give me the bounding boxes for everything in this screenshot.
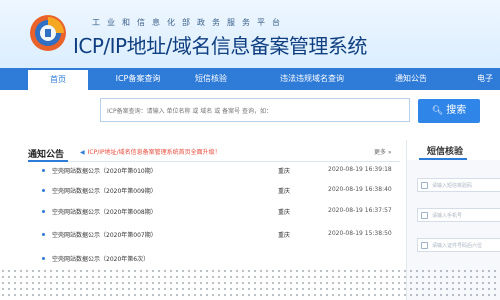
phone-placeholder: 请输入手机号 (432, 213, 463, 219)
notices-tab-underline (28, 160, 68, 162)
notice-date: 2020-08-19 15:38:50 (328, 230, 392, 237)
search-button-label: 搜索 (446, 105, 467, 116)
notice-region: 重庆 (278, 188, 291, 195)
bullet-icon (42, 189, 45, 192)
bullet-icon (42, 210, 45, 213)
id-number-field[interactable]: 请输入证件号码后六位 (417, 238, 500, 252)
id-card-icon (421, 242, 428, 249)
more-link[interactable]: 更多 » (374, 147, 392, 156)
notice-row[interactable]: 空壳网站数据公示（2020年第007期） 重庆 2020-08-19 15:38… (42, 228, 402, 246)
notice-date: 2020-08-19 16:38:40 (328, 186, 392, 193)
search-button[interactable]: 🔍︎ 搜索 (418, 99, 480, 123)
dotted-overlay (0, 268, 500, 300)
bullet-icon (42, 233, 45, 236)
page-title: ICP/IP地址/域名信息备案管理系统 (73, 34, 367, 58)
header-subtitle: 工业和信息化部政务服务平台 (92, 18, 287, 27)
site-header: 工业和信息化部政务服务平台 ICP/IP地址/域名信息备案管理系统 (0, 0, 500, 68)
speaker-icon: ◀ (80, 149, 85, 156)
search-box (100, 98, 415, 123)
nav-item-illegal-domain[interactable]: 违法违规域名查询 (264, 68, 360, 90)
notice-row[interactable]: 空壳网站数据公示（2020年第010期） 重庆 2020-08-19 16:39… (42, 164, 402, 182)
notice-region: 重庆 (278, 232, 291, 239)
bullet-icon (42, 257, 45, 260)
phone-field[interactable]: 请输入手机号 (417, 208, 500, 222)
sms-code-placeholder: 请输入短信核验码 (432, 183, 473, 189)
sms-tab-underline (419, 158, 467, 160)
nav-item-icp-query[interactable]: ICP备案查询 (102, 68, 174, 90)
notice-date: 2020-08-19 16:39:18 (328, 166, 392, 173)
notice-title[interactable]: 空壳网站数据公示（2020年第008期） (52, 207, 157, 216)
notice-title[interactable]: 空壳网站数据公示（2020年第6次） (52, 254, 149, 263)
notice-date: 2020-08-19 16:37:57 (328, 207, 392, 214)
notice-title[interactable]: 空壳网站数据公示（2020年第009期） (52, 186, 157, 195)
search-input[interactable] (101, 99, 415, 123)
notice-region: 重庆 (278, 168, 291, 175)
id-number-placeholder: 请输入证件号码后六位 (432, 243, 483, 249)
scrolling-notice-text: ICP/IP地址/域名信息备案管理系统首页全面升级！ (87, 149, 221, 156)
search-icon: 🔍︎ (431, 106, 444, 116)
notice-row[interactable]: 空壳网站数据公示（2020年第008期） 重庆 2020-08-19 16:37… (42, 205, 402, 223)
notices-divider (28, 161, 400, 162)
nav-item-home[interactable]: 首页 (28, 68, 88, 90)
phone-icon (421, 212, 428, 219)
nav-item-electronic[interactable]: 电子 (470, 68, 500, 90)
ministry-logo-icon (30, 15, 66, 51)
verify-code-icon (421, 182, 428, 189)
main-nav: 首页 ICP备案查询 短信核验 违法违规域名查询 通知公告 电子 (0, 68, 500, 90)
nav-item-sms-verify[interactable]: 短信核验 (184, 68, 238, 90)
sms-code-field[interactable]: 请输入短信核验码 (417, 178, 500, 192)
notices-heading: 通知公告 (28, 150, 65, 160)
sms-panel-header: 短信核验 (407, 140, 500, 160)
sms-panel-title: 短信核验 (427, 147, 464, 157)
notice-region: 重庆 (278, 209, 291, 216)
scrolling-notice[interactable]: ◀ ICP/IP地址/域名信息备案管理系统首页全面升级！ (80, 147, 221, 156)
nav-item-notices[interactable]: 通知公告 (384, 68, 438, 90)
notice-title[interactable]: 空壳网站数据公示（2020年第010期） (52, 166, 157, 175)
bullet-icon (42, 169, 45, 172)
notice-title[interactable]: 空壳网站数据公示（2020年第007期） (52, 230, 157, 239)
notice-row[interactable]: 空壳网站数据公示（2020年第009期） 重庆 2020-08-19 16:38… (42, 184, 402, 202)
